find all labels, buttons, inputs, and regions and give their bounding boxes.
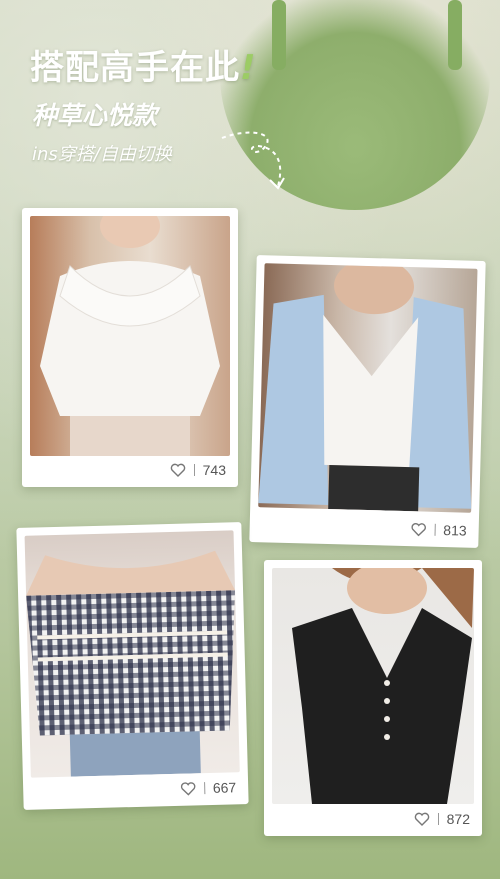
outfit-photo-1 [30, 216, 230, 456]
outfit-illustration-blouse [40, 216, 220, 456]
heart-icon[interactable] [410, 522, 426, 537]
hero-photo-strap-right [448, 0, 462, 70]
arrow-down-icon [221, 131, 285, 190]
outfit-card-3[interactable]: 667 [16, 522, 249, 810]
likes-bar: 813 [410, 521, 467, 539]
likes-divider [437, 813, 439, 825]
likes-divider [193, 464, 195, 476]
likes-bar: 667 [180, 779, 237, 796]
outfit-card-4[interactable]: 872 [264, 560, 482, 836]
outfit-illustration-black-dress [292, 568, 474, 804]
page-subtitle: 种草心悦款 [32, 101, 158, 130]
like-count: 872 [446, 811, 470, 827]
page-title-text: 搭配高手在此 [30, 48, 240, 88]
outfit-illustration-cami [258, 263, 472, 512]
heart-icon[interactable] [414, 812, 430, 826]
likes-bar: 743 [170, 462, 226, 478]
outfit-photo-3 [24, 530, 240, 778]
like-count: 667 [212, 779, 237, 796]
outfit-card-1[interactable]: 743 [22, 208, 238, 487]
like-count: 813 [443, 522, 467, 539]
like-count: 743 [202, 462, 226, 478]
outfit-photo-2 [258, 263, 478, 513]
outfit-photo-4 [272, 568, 474, 804]
likes-divider [203, 782, 206, 795]
title-exclamation: ! [240, 48, 257, 88]
heart-icon[interactable] [170, 463, 186, 477]
page-tagline: ins穿搭/自由切换 [32, 144, 172, 165]
heart-icon[interactable] [180, 781, 196, 796]
hero-photo-strap-left [272, 0, 286, 70]
outfit-illustration-gingham [26, 550, 236, 777]
page-title: 搭配高手在此! [30, 40, 257, 89]
likes-divider [434, 523, 436, 536]
outfit-card-2[interactable]: 813 [249, 255, 486, 548]
likes-bar: 872 [414, 811, 470, 827]
